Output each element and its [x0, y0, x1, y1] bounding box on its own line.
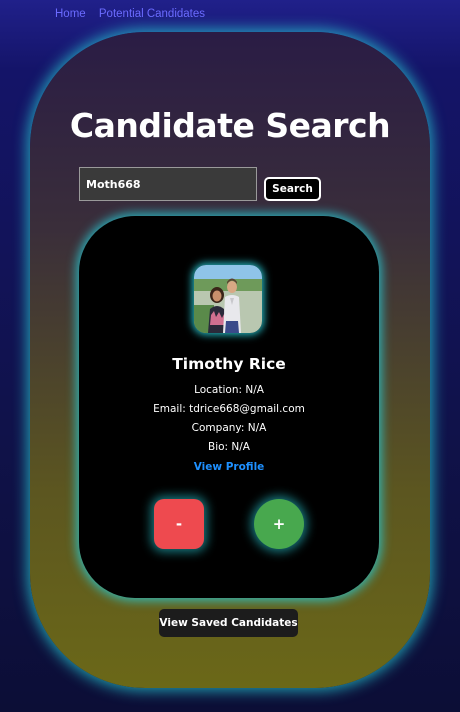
candidate-bio: Bio: N/A — [208, 441, 250, 453]
candidate-email: Email: tdrice668@gmail.com — [153, 403, 305, 415]
view-profile-link[interactable]: View Profile — [79, 461, 379, 473]
nav-link-home[interactable]: Home — [55, 8, 86, 20]
avatar — [194, 265, 262, 333]
candidate-location: Location: N/A — [194, 384, 264, 396]
save-candidate-button[interactable]: + — [254, 499, 304, 549]
reject-candidate-button[interactable]: - — [154, 499, 204, 549]
nav-link-potential-candidates[interactable]: Potential Candidates — [99, 8, 205, 20]
top-nav: Home Potential Candidates — [55, 8, 215, 20]
avatar-photo — [194, 265, 262, 333]
page-title: Candidate Search — [69, 106, 391, 145]
candidate-name: Timothy Rice — [172, 355, 286, 373]
candidate-company: Company: N/A — [191, 422, 267, 434]
search-button[interactable]: Search — [264, 177, 321, 201]
search-input[interactable] — [79, 167, 257, 201]
view-saved-candidates-button[interactable]: View Saved Candidates — [159, 609, 298, 637]
